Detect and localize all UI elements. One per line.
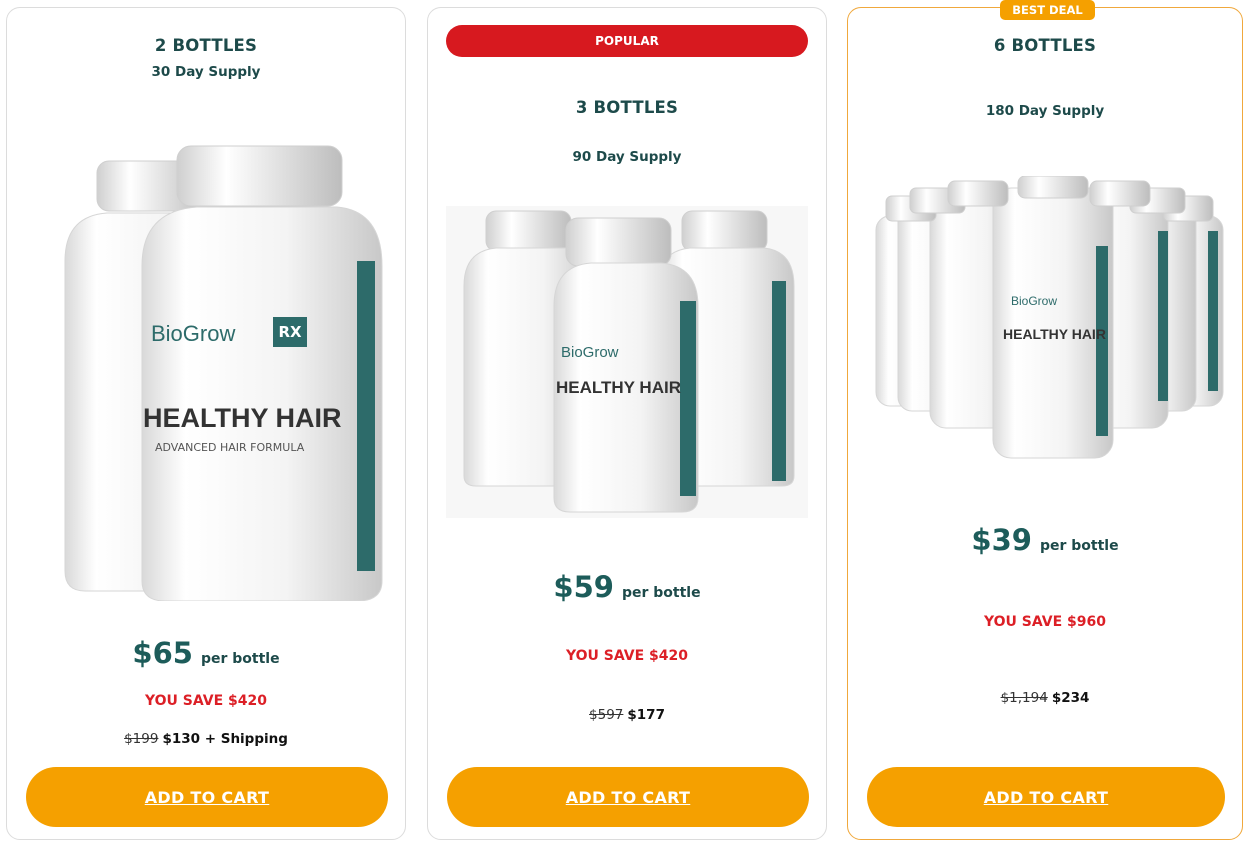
- price-row: $65 per bottle: [7, 636, 405, 670]
- add-to-cart-button[interactable]: ADD TO CART: [26, 767, 388, 827]
- savings-text: YOU SAVE $420: [566, 648, 688, 664]
- brand-logo: BioGrow: [561, 344, 619, 361]
- price-unit: per bottle: [621, 585, 701, 601]
- brand-logo: BioGrow: [1011, 294, 1058, 308]
- price-amount: $39: [971, 523, 1032, 557]
- plan-title: 2 BOTTLES: [154, 36, 258, 55]
- best-deal-badge: BEST DEAL: [1000, 0, 1095, 20]
- add-to-cart-button[interactable]: ADD TO CART: [447, 767, 809, 827]
- price-row: $59 per bottle: [428, 570, 826, 604]
- price-row: $39 per bottle: [848, 523, 1242, 557]
- savings-text: YOU SAVE $420: [145, 693, 267, 709]
- plan-supply: 30 Day Supply: [151, 64, 261, 80]
- plan-supply: 90 Day Supply: [572, 149, 682, 165]
- savings-text: YOU SAVE $960: [984, 614, 1106, 630]
- product-image: BioGrow RX HEALTHY HAIR ADVANCED HAIR FO…: [47, 141, 387, 601]
- add-to-cart-label: ADD TO CART: [565, 787, 691, 807]
- price-amount: $65: [132, 636, 193, 670]
- add-to-cart-button[interactable]: ADD TO CART: [867, 767, 1225, 827]
- add-to-cart-label: ADD TO CART: [144, 787, 270, 807]
- product-image: BioGrow HEALTHY HAIR: [868, 176, 1228, 466]
- product-image: BioGrow HEALTHY HAIR: [446, 206, 808, 518]
- plan-card-3-bottles: POPULAR 3 BOTTLES 90 Day Supply BioGrow …: [427, 7, 827, 840]
- price-unit: per bottle: [200, 651, 280, 667]
- product-subtitle: ADVANCED HAIR FORMULA: [155, 441, 305, 454]
- plan-card-6-bottles: BEST DEAL 6 BOTTLES 180 Day Supply BioGr…: [847, 0, 1243, 840]
- brand-logo: BioGrow: [151, 321, 236, 346]
- add-to-cart-label: ADD TO CART: [983, 787, 1109, 807]
- new-price: $177: [627, 707, 665, 723]
- total-price: $199 $130 + Shipping: [7, 731, 405, 747]
- old-price: $597: [589, 707, 624, 723]
- old-price: $1,194: [1000, 690, 1048, 706]
- total-price: $1,194 $234: [848, 690, 1242, 706]
- price-unit: per bottle: [1039, 538, 1119, 554]
- new-price: $234: [1051, 690, 1090, 706]
- old-price: $199: [124, 731, 159, 747]
- plan-title: 6 BOTTLES: [993, 36, 1097, 55]
- plan-card-2-bottles: 2 BOTTLES 30 Day Supply BioGrow RX HEALT…: [6, 7, 406, 840]
- popular-badge: POPULAR: [446, 25, 808, 57]
- total-price: $597 $177: [428, 707, 826, 723]
- new-price: $130 + Shipping: [162, 731, 288, 747]
- plan-supply: 180 Day Supply: [985, 103, 1105, 119]
- product-name: HEALTHY HAIR: [1003, 326, 1106, 342]
- product-name: HEALTHY HAIR: [556, 378, 681, 397]
- price-amount: $59: [553, 570, 614, 604]
- product-name: HEALTHY HAIR: [143, 403, 342, 433]
- rx-logo: RX: [273, 317, 307, 347]
- plan-title: 3 BOTTLES: [575, 98, 679, 117]
